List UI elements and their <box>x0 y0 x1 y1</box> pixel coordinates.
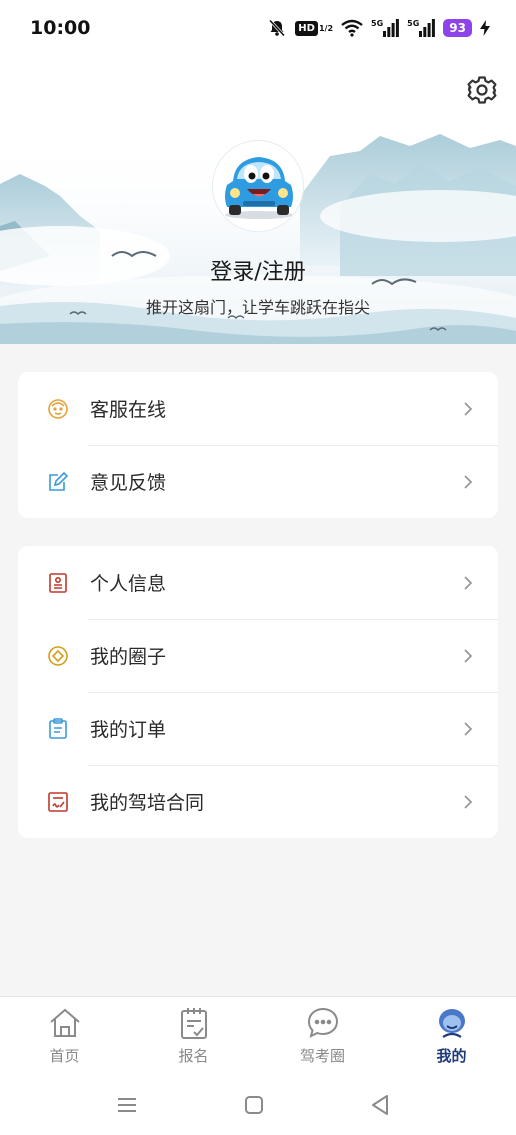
cartoon-car-avatar-icon <box>225 157 293 219</box>
menu-item-personal-info[interactable]: 个人信息 <box>18 546 498 619</box>
net-label-1: 5G <box>371 19 384 28</box>
profile-header: 登录/注册 推开这扇门，让学车跳跃在指尖 <box>0 56 516 344</box>
status-bar: 10:00 HD 1/2 5G 5G 93 <box>0 0 516 56</box>
signal-icon-1: 5G <box>371 19 400 37</box>
menu-label: 个人信息 <box>90 573 167 595</box>
menu-label: 意见反馈 <box>90 472 167 494</box>
menu-label: 我的订单 <box>90 719 167 741</box>
menu-label: 我的驾培合同 <box>90 792 205 814</box>
avatar[interactable] <box>212 140 304 232</box>
chevron-right-icon <box>464 575 473 590</box>
chevron-right-icon <box>464 794 473 809</box>
menu-item-training-contract[interactable]: 我的驾培合同 <box>18 765 498 838</box>
status-time: 10:00 <box>30 17 91 39</box>
tab-driving-circle[interactable]: 驾考圈 <box>258 997 387 1076</box>
id-card-icon <box>46 571 70 595</box>
signup-clipboard-icon <box>176 1005 212 1041</box>
battery-level: 93 <box>443 19 472 37</box>
menu-label: 客服在线 <box>90 399 167 421</box>
status-icons: HD 1/2 5G 5G 93 <box>267 18 490 38</box>
account-card: 个人信息 我的圈子 我的订单 我的驾培合同 <box>18 546 498 838</box>
hd-indicator: HD 1/2 <box>295 20 334 36</box>
home-square-icon[interactable] <box>241 1092 267 1118</box>
system-navigation-bar <box>0 1076 516 1135</box>
user-face-icon <box>434 1005 470 1041</box>
net-label-2: 5G <box>407 19 420 28</box>
tab-label: 我的 <box>436 1047 467 1065</box>
edit-note-icon <box>46 470 70 494</box>
chevron-right-icon <box>464 474 473 489</box>
back-triangle-icon[interactable] <box>367 1092 393 1118</box>
home-icon <box>47 1005 83 1041</box>
tab-home[interactable]: 首页 <box>0 997 129 1076</box>
menu-item-my-circle[interactable]: 我的圈子 <box>18 619 498 692</box>
chevron-right-icon <box>464 721 473 736</box>
signal-icon-2: 5G <box>407 19 436 37</box>
tab-signup[interactable]: 报名 <box>129 997 258 1076</box>
menu-icon[interactable] <box>114 1092 140 1118</box>
chat-bubble-icon <box>305 1005 341 1041</box>
menu-item-feedback[interactable]: 意见反馈 <box>18 445 498 518</box>
slogan-text: 推开这扇门，让学车跳跃在指尖 <box>145 298 370 317</box>
customer-service-icon <box>46 397 70 421</box>
login-register-link[interactable]: 登录/注册 <box>0 254 516 286</box>
tab-label: 报名 <box>178 1047 209 1065</box>
menu-item-my-orders[interactable]: 我的订单 <box>18 692 498 765</box>
hd-label: HD <box>295 20 318 36</box>
mute-bell-icon <box>267 18 287 38</box>
wifi-icon <box>341 19 363 37</box>
contract-icon <box>46 790 70 814</box>
menu-label: 我的圈子 <box>90 646 167 668</box>
chevron-right-icon <box>464 648 473 663</box>
gear-icon[interactable] <box>466 74 498 106</box>
bottom-tab-bar: 首页 报名 驾考圈 我的 <box>0 996 516 1076</box>
service-card: 客服在线 意见反馈 <box>18 372 498 518</box>
chevron-right-icon <box>464 401 473 416</box>
menu-item-customer-service[interactable]: 客服在线 <box>18 372 498 445</box>
tab-label: 首页 <box>49 1047 80 1065</box>
charging-icon <box>480 20 490 36</box>
hd-sub: 1/2 <box>318 23 334 33</box>
circle-icon <box>46 644 70 668</box>
tab-mine[interactable]: 我的 <box>387 997 516 1076</box>
clipboard-icon <box>46 717 70 741</box>
tab-label: 驾考圈 <box>299 1047 345 1065</box>
